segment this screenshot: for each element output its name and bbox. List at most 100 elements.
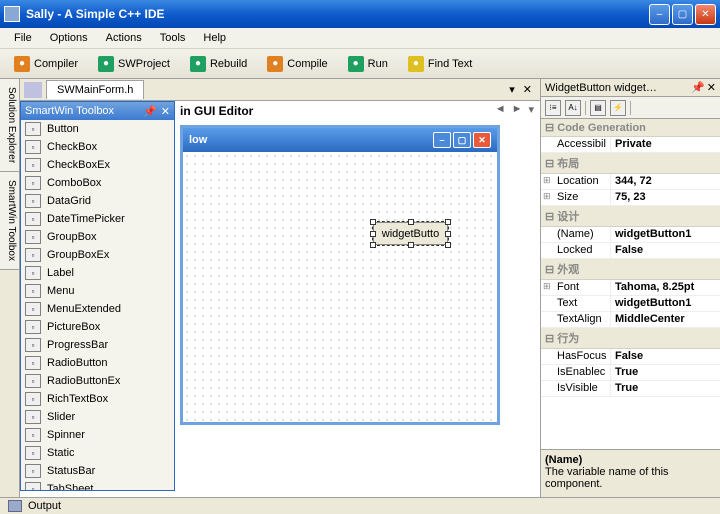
prop-row-isvisible[interactable]: IsVisibleTrue	[541, 381, 720, 397]
toolbox-item-datetimepicker[interactable]: ▫DateTimePicker	[21, 210, 174, 228]
toolbox-item-slider[interactable]: ▫Slider	[21, 408, 174, 426]
menu-help[interactable]: Help	[195, 30, 234, 46]
prop-category[interactable]: ⊟ Code Generation	[541, 119, 720, 137]
toolbox-item-tabsheet[interactable]: ▫TabSheet	[21, 480, 174, 490]
toolbox-item-spinner[interactable]: ▫Spinner	[21, 426, 174, 444]
design-titlebar: low – ▢ ✕	[183, 128, 497, 152]
menu-icon[interactable]: ▾	[528, 103, 534, 116]
toolbox-item-statusbar[interactable]: ▫StatusBar	[21, 462, 174, 480]
forward-icon[interactable]: ►	[512, 103, 523, 116]
properties-grid[interactable]: ⊟ Code GenerationAccessibilPrivate⊟ 布局Lo…	[541, 119, 720, 449]
radiobutton-icon: ▫	[25, 356, 41, 370]
side-tab-strip: Solution ExplorerSmartWin Toolbox	[0, 79, 20, 497]
menu-actions[interactable]: Actions	[98, 30, 150, 46]
toolbar-compile[interactable]: ●Compile	[261, 54, 333, 74]
toolbox-item-menuextended[interactable]: ▫MenuExtended	[21, 300, 174, 318]
rebuild-icon: ●	[190, 56, 206, 72]
toolbox-item-menu[interactable]: ▫Menu	[21, 282, 174, 300]
back-icon[interactable]: ◄	[495, 103, 506, 116]
toolbar-find text[interactable]: ●Find Text	[402, 54, 478, 74]
prop-row-size[interactable]: Size75, 23	[541, 190, 720, 206]
prop-pin-icon[interactable]: 📌	[691, 81, 705, 94]
slider-icon: ▫	[25, 410, 41, 424]
pin-icon[interactable]: 📌	[143, 105, 157, 118]
document-icon	[24, 82, 42, 98]
prop-category[interactable]: ⊟ 外观	[541, 259, 720, 280]
toolbox-item-groupboxex[interactable]: ▫GroupBoxEx	[21, 246, 174, 264]
events-icon[interactable]: ⚡	[610, 100, 626, 116]
toolbox-close-icon[interactable]: ✕	[161, 105, 170, 118]
richtextbox-icon: ▫	[25, 392, 41, 406]
toolbox-item-static[interactable]: ▫Static	[21, 444, 174, 462]
output-tab[interactable]: Output	[28, 500, 61, 512]
side-tab-smartwin-toolbox[interactable]: SmartWin Toolbox	[0, 172, 19, 270]
categorized-icon[interactable]: ⁝≡	[545, 100, 561, 116]
prop-row-accessibil[interactable]: AccessibilPrivate	[541, 137, 720, 153]
design-max-icon: ▢	[453, 132, 471, 148]
toolbar-compiler[interactable]: ●Compiler	[8, 54, 84, 74]
checkboxex-icon: ▫	[25, 158, 41, 172]
toolbox-item-checkboxex[interactable]: ▫CheckBoxEx	[21, 156, 174, 174]
design-close-icon: ✕	[473, 132, 491, 148]
alphabetical-icon[interactable]: A↓	[565, 100, 581, 116]
file-tab-bar: SWMainForm.h ▾ ✕	[20, 79, 540, 101]
statusbar-icon: ▫	[25, 464, 41, 478]
properties-icon[interactable]: ▤	[590, 100, 606, 116]
tab-menu-icon[interactable]: ▾	[505, 83, 519, 96]
toolbox-list: ▫Button▫CheckBox▫CheckBoxEx▫ComboBox▫Dat…	[21, 120, 174, 490]
maximize-button[interactable]: ▢	[672, 4, 693, 25]
prop-row-locked[interactable]: LockedFalse	[541, 243, 720, 259]
output-icon[interactable]	[8, 500, 22, 512]
toolbar-run[interactable]: ●Run	[342, 54, 394, 74]
toolbox-item-richtextbox[interactable]: ▫RichTextBox	[21, 390, 174, 408]
menuextended-icon: ▫	[25, 302, 41, 316]
prop-category[interactable]: ⊟ 布局	[541, 153, 720, 174]
progressbar-icon: ▫	[25, 338, 41, 352]
design-surface[interactable]: low – ▢ ✕ widgetButto	[180, 125, 500, 425]
menu-file[interactable]: File	[6, 30, 40, 46]
prop-row-name[interactable]: (Name)widgetButton1	[541, 227, 720, 243]
main-toolbar: ●Compiler ●SWProject ●Rebuild ●Compile ●Run ●…	[0, 49, 720, 79]
prop-row-location[interactable]: Location344, 72	[541, 174, 720, 190]
prop-category[interactable]: ⊟ 行为	[541, 328, 720, 349]
side-tab-solution-explorer[interactable]: Solution Explorer	[0, 79, 19, 172]
toolbox-item-label[interactable]: ▫Label	[21, 264, 174, 282]
toolbox-item-radiobutton[interactable]: ▫RadioButton	[21, 354, 174, 372]
tab-close-icon[interactable]: ✕	[519, 83, 536, 96]
window-title: Sally - A Simple C++ IDE	[26, 7, 649, 21]
prop-row-hasfocus[interactable]: HasFocusFalse	[541, 349, 720, 365]
toolbar-rebuild[interactable]: ●Rebuild	[184, 54, 253, 74]
groupbox-icon: ▫	[25, 230, 41, 244]
toolbox-item-checkbox[interactable]: ▫CheckBox	[21, 138, 174, 156]
widget-button[interactable]: widgetButto	[373, 222, 448, 245]
prop-row-isenablec[interactable]: IsEnablecTrue	[541, 365, 720, 381]
title-bar: Sally - A Simple C++ IDE – ▢ ✕	[0, 0, 720, 28]
design-grid[interactable]: widgetButto	[183, 152, 497, 422]
toolbox-item-combobox[interactable]: ▫ComboBox	[21, 174, 174, 192]
toolbox-item-progressbar[interactable]: ▫ProgressBar	[21, 336, 174, 354]
toolbar-swproject[interactable]: ●SWProject	[92, 54, 176, 74]
toolbox-item-picturebox[interactable]: ▫PictureBox	[21, 318, 174, 336]
prop-row-text[interactable]: TextwidgetButton1	[541, 296, 720, 312]
toolbox-item-groupbox[interactable]: ▫GroupBox	[21, 228, 174, 246]
close-button[interactable]: ✕	[695, 4, 716, 25]
prop-category[interactable]: ⊟ 设计	[541, 206, 720, 227]
editor-caption: in GUI Editor	[180, 104, 253, 118]
toolbox-item-datagrid[interactable]: ▫DataGrid	[21, 192, 174, 210]
properties-title: WidgetButton widget…	[545, 82, 657, 94]
properties-panel: WidgetButton widget… 📌 ✕ ⁝≡ A↓ ▤ ⚡ ⊟ Cod…	[540, 79, 720, 497]
menu-tools[interactable]: Tools	[152, 30, 194, 46]
find text-icon: ●	[408, 56, 424, 72]
toolbox-item-button[interactable]: ▫Button	[21, 120, 174, 138]
status-bar: Output	[0, 497, 720, 514]
toolbox-item-radiobuttonex[interactable]: ▫RadioButtonEx	[21, 372, 174, 390]
minimize-button[interactable]: –	[649, 4, 670, 25]
prop-close-icon[interactable]: ✕	[707, 81, 716, 94]
datagrid-icon: ▫	[25, 194, 41, 208]
menu-options[interactable]: Options	[42, 30, 96, 46]
file-tab[interactable]: SWMainForm.h	[46, 80, 144, 99]
tabsheet-icon: ▫	[25, 482, 41, 490]
prop-row-font[interactable]: FontTahoma, 8.25pt	[541, 280, 720, 296]
prop-row-textalign[interactable]: TextAlignMiddleCenter	[541, 312, 720, 328]
checkbox-icon: ▫	[25, 140, 41, 154]
